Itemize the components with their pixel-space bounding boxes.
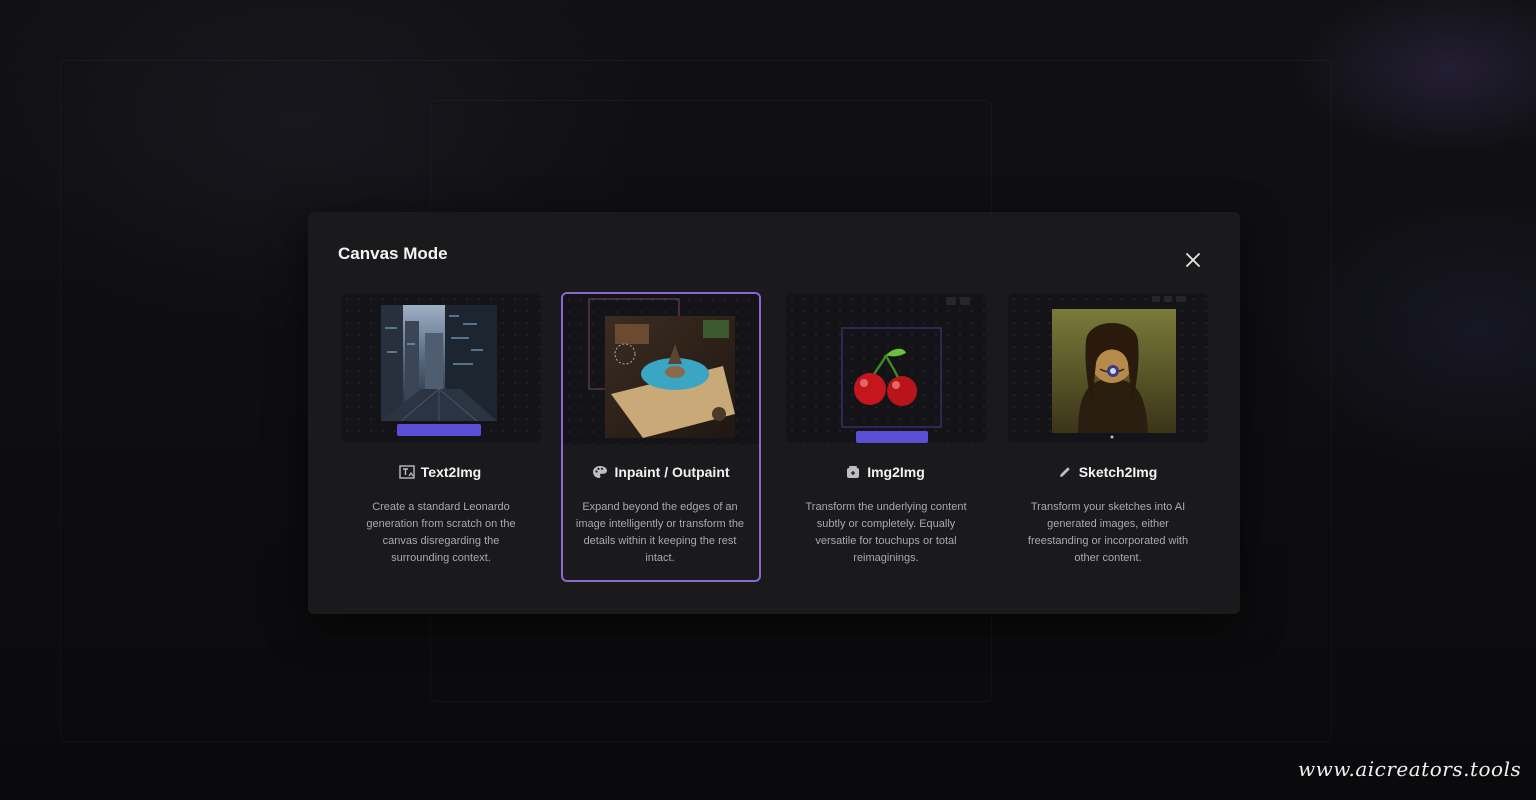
mode-card-img2img[interactable]: Img2Img Transform the underlying content… [785,292,986,582]
inpaint-preview [563,294,759,444]
pencil-icon [1059,467,1070,477]
img2img-preview [786,293,986,443]
mode-card-inpaint-outpaint[interactable]: Inpaint / Outpaint Expand beyond the edg… [561,292,761,582]
card-description: Transform your sketches into AI generate… [1027,501,1189,564]
card-title: Img2Img [867,464,925,480]
site-watermark: www.aicreators.tools [1298,757,1522,781]
text2img-preview [341,293,541,443]
card-description: Create a standard Leonardo generation fr… [366,501,516,564]
mode-card-sketch2img[interactable]: Sketch2Img Transform your sketches into … [1007,292,1208,582]
card-description: Transform the underlying content subtly … [805,501,967,564]
card-title: Inpaint / Outpaint [614,464,730,480]
sketch2img-preview [1008,293,1208,443]
cherries-image [841,297,970,428]
map-diorama-image [588,298,735,438]
mode-card-text2img[interactable]: Text2Img Create a standard Leonardo gene… [340,292,541,582]
preview-toolbar [397,424,481,436]
card-title: Sketch2Img [1078,464,1158,480]
preview-toolbar [856,431,928,443]
text-image-icon [399,465,415,479]
mode-options: Text2Img Create a standard Leonardo gene… [340,292,1208,582]
card-description: Expand beyond the edges of an image inte… [575,501,745,564]
palette-icon [593,466,608,478]
city-image [381,305,497,422]
image-transform-icon [847,466,860,478]
portrait-image [1052,296,1186,439]
modal-title: Canvas Mode [338,244,448,263]
card-title: Text2Img [420,464,482,480]
canvas-mode-modal: Canvas Mode Text2Img Create a standard L… [308,212,1240,614]
close-button[interactable] [1183,250,1203,270]
close-icon [1186,253,1200,267]
